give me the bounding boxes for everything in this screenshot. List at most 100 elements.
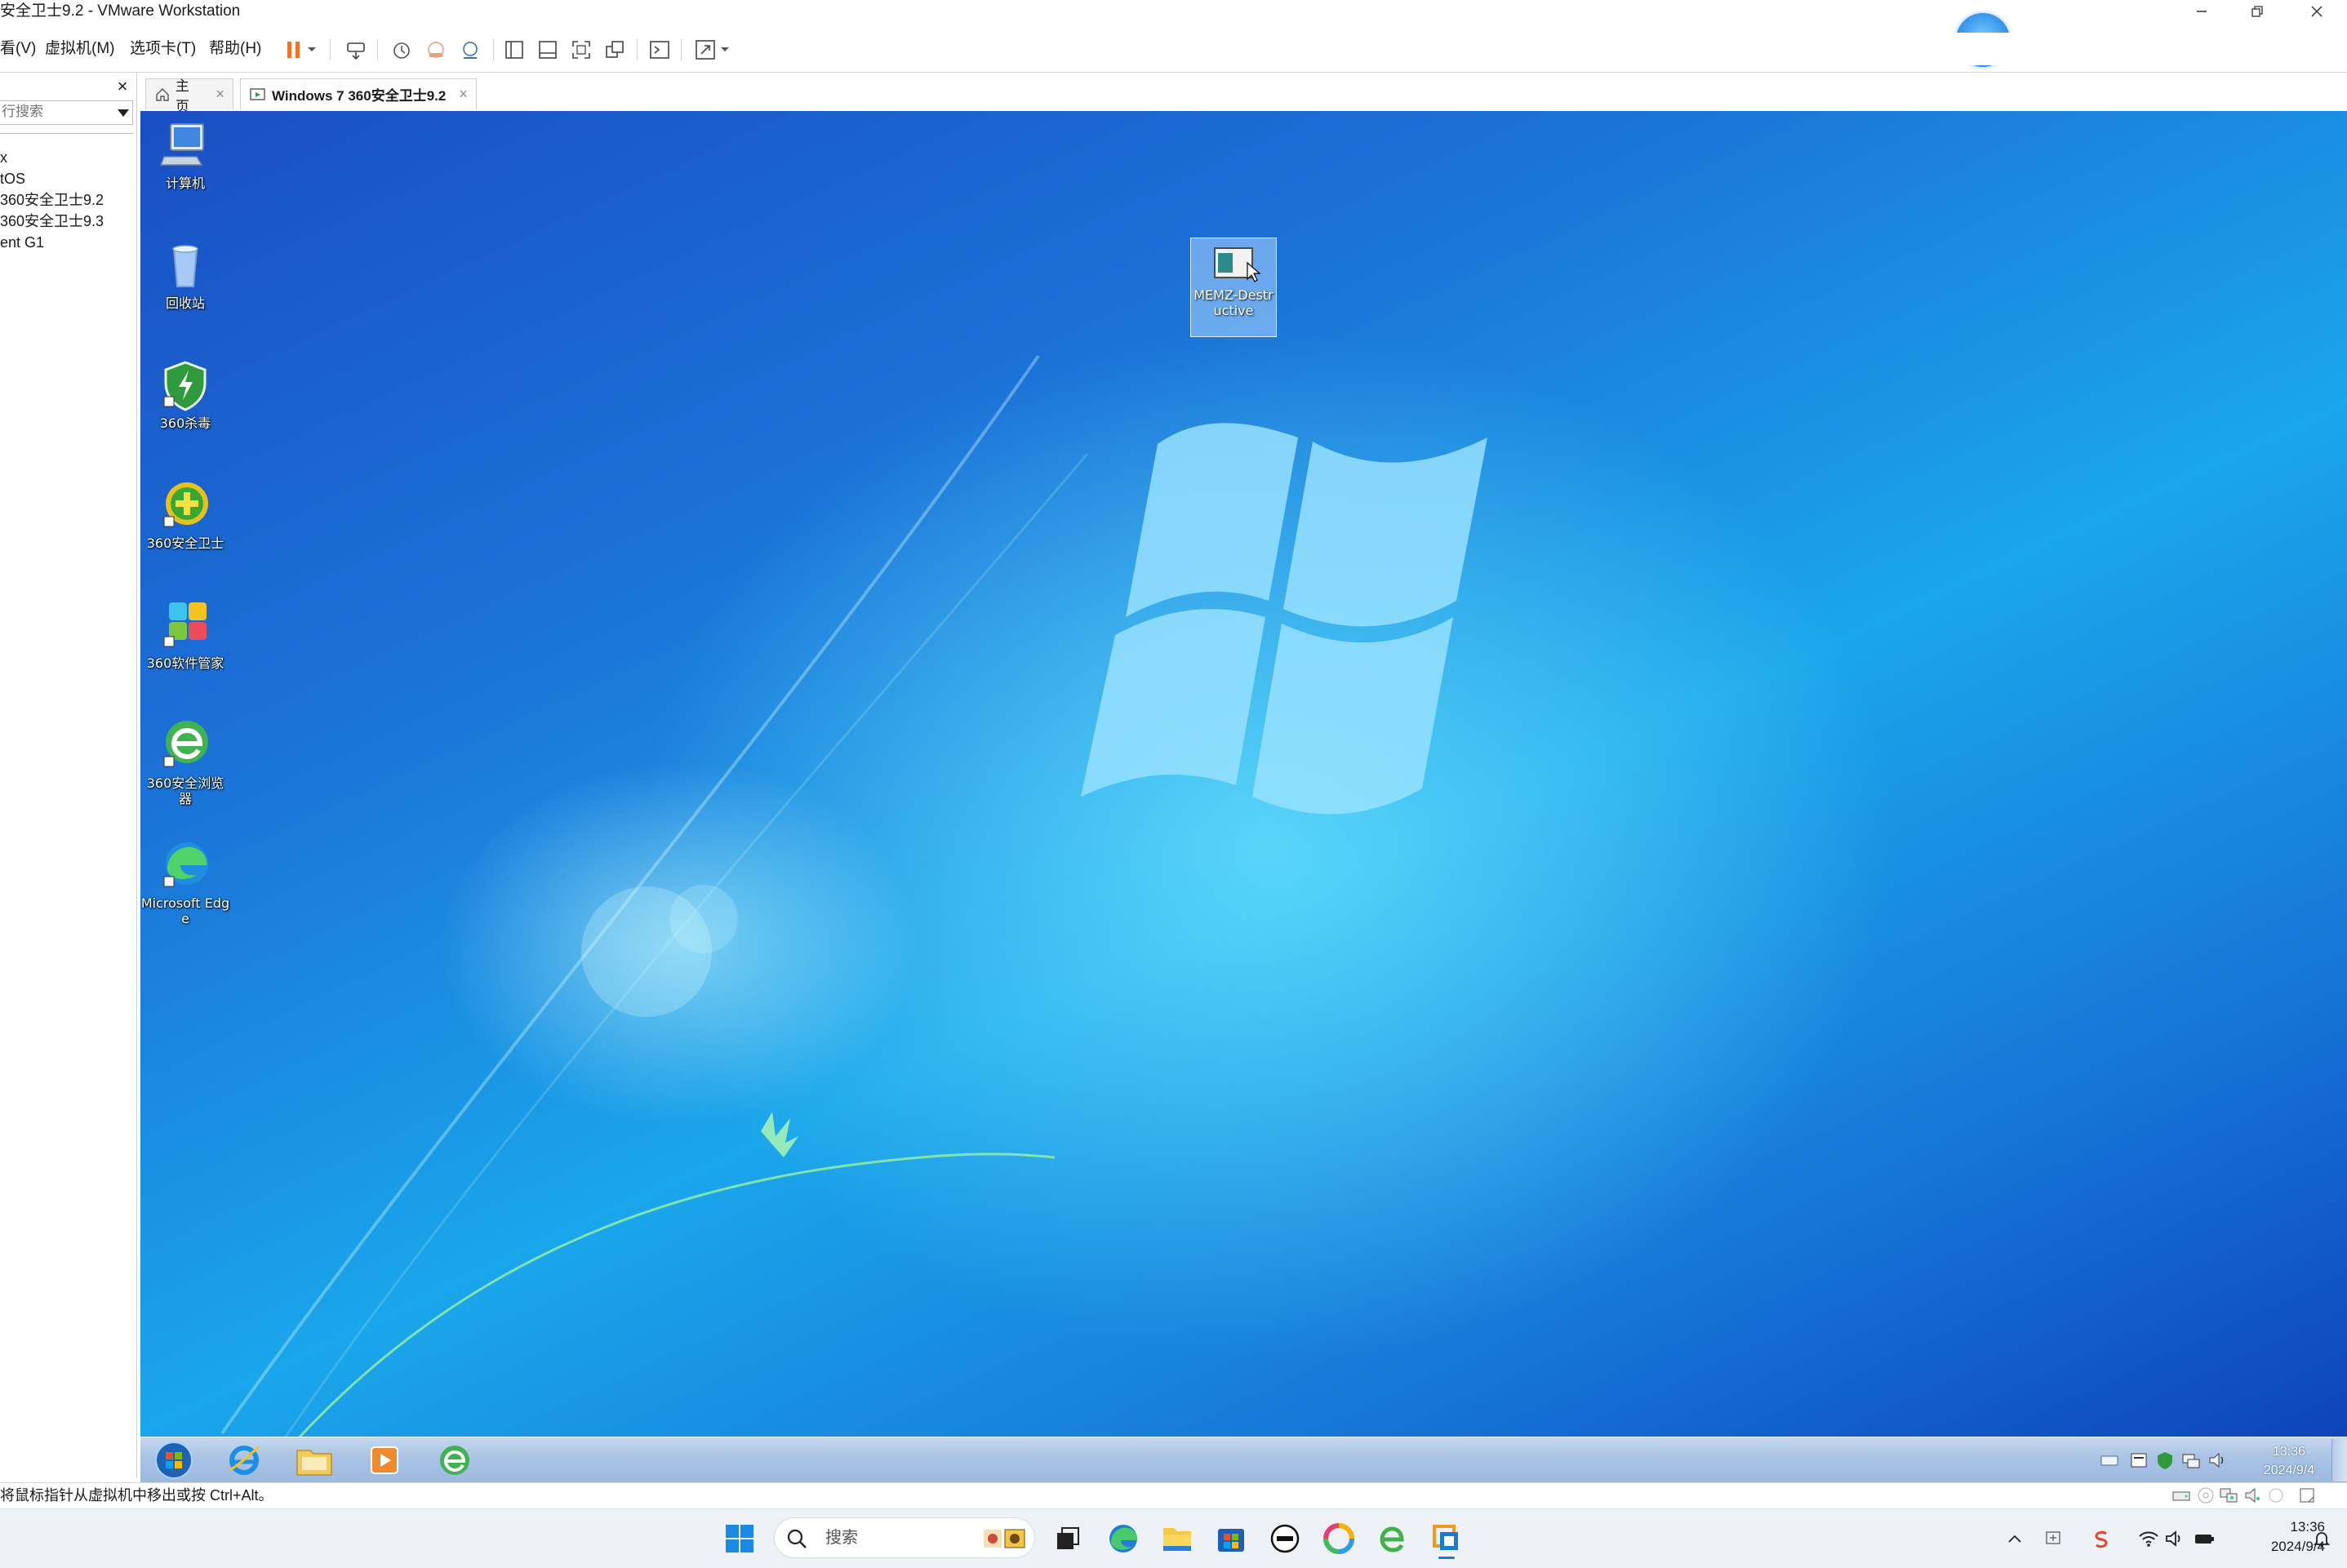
start-icon[interactable] (720, 1519, 759, 1558)
desktop-icon-360browser[interactable]: 360安全浏览器 (140, 719, 230, 806)
stretch-icon[interactable] (691, 38, 720, 62)
home-icon (156, 87, 169, 101)
unity-icon[interactable] (600, 38, 629, 62)
network-adapter-icon[interactable] (2219, 1486, 2238, 1505)
ie-icon[interactable] (217, 1441, 271, 1480)
sogou-icon[interactable] (2090, 1527, 2113, 1550)
snapshot-icon[interactable] (387, 38, 416, 62)
media-player-icon[interactable] (358, 1441, 411, 1480)
edge-taskbar-icon[interactable] (1104, 1519, 1143, 1558)
hdd-icon[interactable] (2171, 1486, 2191, 1505)
tab-label: Windows 7 360安全卫士9.2 (272, 88, 447, 104)
toolbar-separator (637, 39, 638, 60)
search-dropdown-icon[interactable] (118, 109, 129, 117)
dropdown-icon[interactable] (304, 38, 320, 62)
vmware-icon[interactable] (1427, 1519, 1466, 1559)
message-icon[interactable] (2297, 1486, 2317, 1505)
guest-taskbar: 13:36 2024/9/4 (140, 1437, 2347, 1482)
show-desktop-button[interactable] (2331, 1439, 2347, 1481)
sound-icon[interactable] (2243, 1486, 2263, 1505)
ime-icon[interactable] (2043, 1527, 2065, 1550)
dell-icon[interactable] (1265, 1519, 1305, 1558)
input-method-icon[interactable] (2129, 1450, 2149, 1470)
guest-date: 2024/9/4 (2263, 1464, 2315, 1477)
tree-item[interactable]: x (0, 147, 7, 168)
desktop-icon-computer[interactable]: 计算机 (140, 119, 230, 191)
desktop-icon-360safe[interactable]: 360安全卫士 (140, 479, 230, 551)
tab-close-icon[interactable]: × (216, 86, 224, 103)
color-app-icon[interactable] (1319, 1519, 1358, 1558)
status-hint-text: 将鼠标指针从虚拟机中移出或按 Ctrl+Alt。 (0, 1487, 273, 1504)
send-keys-icon[interactable] (341, 38, 371, 62)
battery-icon[interactable] (2193, 1527, 2216, 1550)
fullscreen-icon[interactable] (567, 38, 596, 62)
library-view-icon[interactable] (500, 38, 529, 62)
desktop-icon-360av[interactable]: 360杀毒 (140, 359, 230, 431)
running-indicator (1438, 1557, 1455, 1559)
stretch-dropdown-icon[interactable] (717, 38, 733, 62)
restore-button[interactable] (2233, 0, 2282, 23)
tree-item[interactable]: 360安全卫士9.2 (0, 189, 104, 211)
tree-item[interactable]: tOS (0, 168, 25, 189)
360-browser-host-icon[interactable] (1373, 1519, 1412, 1558)
menu-vm[interactable]: 虚拟机(M) (45, 33, 114, 65)
desktop-icon-recycle[interactable]: 回收站 (140, 239, 230, 311)
store-icon[interactable] (1211, 1519, 1251, 1558)
menu-tabs[interactable]: 选项卡(T) (130, 33, 196, 65)
tree-item[interactable]: 360安全卫士9.3 (0, 211, 104, 232)
desktop-icon-label: 360软件管家 (146, 655, 224, 671)
thumbnail-bar-icon[interactable] (533, 38, 562, 62)
explorer-icon[interactable] (287, 1441, 341, 1480)
snapshot-manager-icon[interactable] (456, 38, 485, 62)
desktop-file-label: MEMZ-Destructive (1194, 287, 1274, 318)
tab-vm[interactable]: Windows 7 360安全卫士9.2 × (240, 78, 477, 109)
file-explorer-icon[interactable] (1158, 1519, 1197, 1558)
tab-strip: 主页 × Windows 7 360安全卫士9.2 × (140, 75, 2347, 114)
close-button[interactable] (2292, 0, 2341, 23)
toolbar-divider (0, 72, 2347, 73)
tab-home[interactable]: 主页 × (145, 78, 233, 114)
wifi-icon[interactable] (2137, 1527, 2160, 1550)
tab-label: 主页 (175, 78, 189, 114)
menu-view[interactable]: 看(V) (0, 33, 36, 65)
guest-clock[interactable]: 13:36 2024/9/4 (2258, 1442, 2320, 1480)
volume-icon[interactable] (2207, 1450, 2227, 1470)
library-close-button[interactable]: × (113, 76, 132, 97)
library-search-input[interactable] (0, 101, 108, 122)
start-orb-icon[interactable] (147, 1441, 201, 1480)
toolbar-separator (330, 39, 331, 60)
notification-bell-icon[interactable] (2310, 1527, 2333, 1550)
console-icon[interactable] (645, 38, 674, 62)
host-search-box[interactable]: 搜索 (774, 1517, 1035, 1558)
host-search-placeholder: 搜索 (825, 1529, 858, 1547)
host-taskbar: 搜索 13:36 2024/9/4 (0, 1508, 2347, 1568)
desktop-icon-label: Microsoft Edge (140, 895, 230, 926)
guest-screen[interactable]: 计算机 回收站 360杀毒 360安全卫士 360软件管家 360安全浏览器 M… (140, 111, 2347, 1482)
network-icon[interactable] (2181, 1450, 2201, 1470)
menu-help[interactable]: 帮助(H) (209, 33, 261, 65)
recycle-bin-icon (172, 245, 198, 287)
security-icon[interactable] (2155, 1450, 2175, 1470)
desktop-file-memz[interactable]: MEMZ-Destructive (1190, 238, 1277, 337)
360-software-manager-icon (163, 602, 207, 647)
task-view-icon[interactable] (1048, 1519, 1087, 1558)
360-safe-guard-icon (163, 482, 208, 527)
tree-item[interactable]: ent G1 (0, 232, 44, 253)
revert-snapshot-icon[interactable] (421, 38, 451, 62)
menubar: 看(V) 虚拟机(M) 选项卡(T) 帮助(H) (0, 33, 2347, 65)
keyboard-icon[interactable] (2100, 1450, 2119, 1470)
tab-close-icon[interactable]: × (459, 86, 468, 103)
guest-time: 13:36 (2272, 1445, 2306, 1459)
desktop-icon-label: 360杀毒 (159, 415, 211, 431)
library-search-field[interactable] (0, 100, 133, 125)
chevron-up-icon[interactable] (2003, 1527, 2026, 1550)
speaker-icon[interactable] (2163, 1527, 2186, 1550)
360-browser-icon (163, 721, 208, 767)
desktop-icon-label: 360安全浏览器 (146, 775, 224, 806)
minimize-button[interactable] (2177, 0, 2226, 23)
cdrom-icon[interactable] (2196, 1486, 2216, 1505)
desktop-icon-edge[interactable]: Microsoft Edge (140, 839, 230, 926)
usb-icon[interactable] (2266, 1486, 2286, 1505)
360-browser-taskbar-icon[interactable] (428, 1441, 482, 1480)
desktop-icon-360soft[interactable]: 360软件管家 (140, 599, 230, 671)
